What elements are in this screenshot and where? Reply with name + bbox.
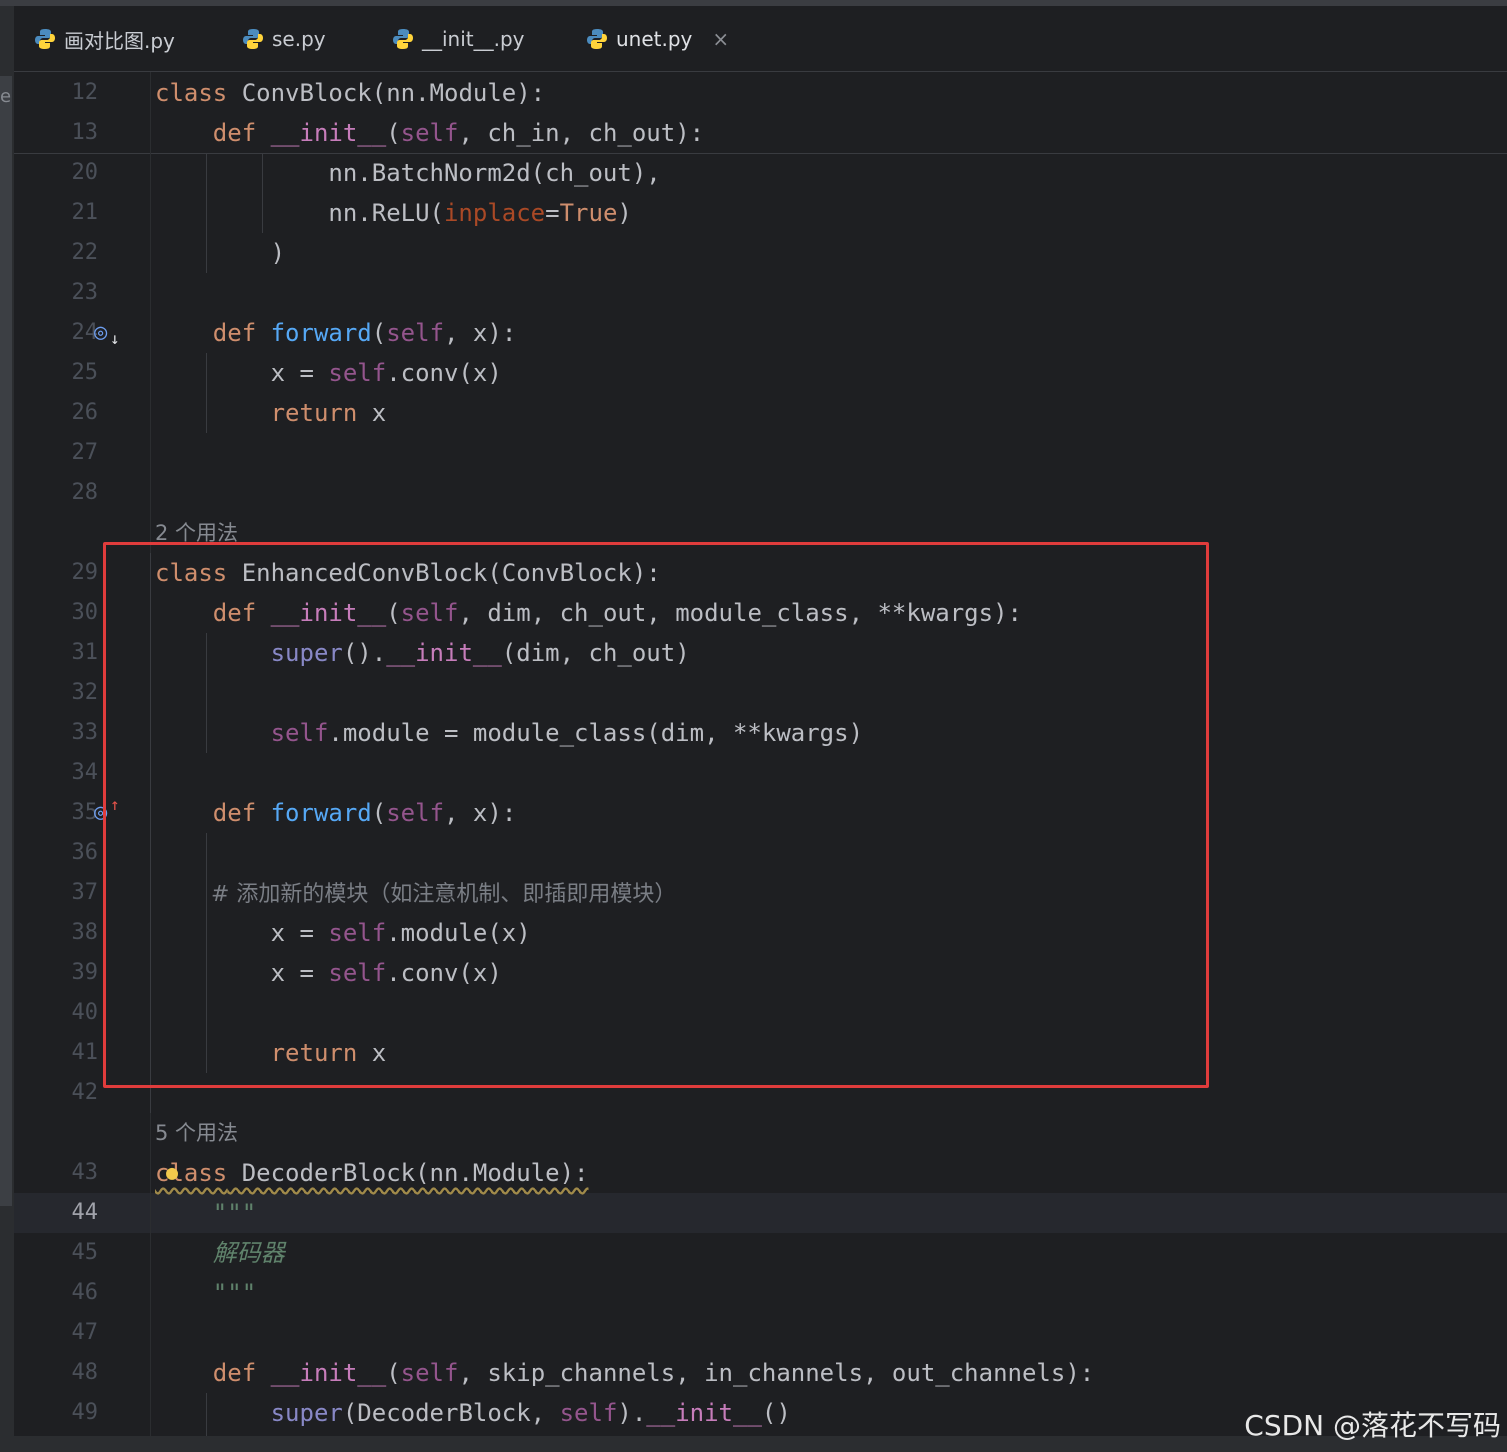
line-number: 46 <box>71 1280 99 1305</box>
line-number: 36 <box>71 840 99 865</box>
line-number: 22 <box>71 240 99 265</box>
code-line[interactable]: nn.BatchNorm2d(ch_out), <box>155 153 660 193</box>
annotation-highlight-box <box>103 542 1209 1088</box>
line-number: 38 <box>71 920 99 945</box>
line-number: 34 <box>71 760 99 785</box>
code-line[interactable]: def forward(self, x): <box>155 313 516 353</box>
tab-init[interactable]: __init__.py <box>392 6 525 72</box>
watermark: CSDN @落花不写码 <box>1244 1409 1501 1442</box>
line-number: 35 <box>71 800 99 825</box>
tab-label: __init__.py <box>422 27 525 51</box>
line-number: 44 <box>71 1200 99 1225</box>
close-icon[interactable]: × <box>712 27 729 51</box>
line-number: 12 <box>71 80 99 105</box>
docstring-line[interactable]: """ <box>155 1273 256 1313</box>
usages-hint[interactable]: 5 个用法 <box>155 1113 238 1153</box>
line-number: 39 <box>71 960 99 985</box>
python-icon <box>35 29 55 49</box>
code-editor[interactable]: 12 13 20 21 22 23 24 25 26 27 28 29 30 3… <box>14 72 1507 1436</box>
line-number: 49 <box>71 1400 99 1425</box>
line-number: 42 <box>71 1080 99 1105</box>
lightbulb-icon[interactable]: ● <box>166 1160 178 1184</box>
line-number: 20 <box>71 160 99 185</box>
line-number: 13 <box>71 120 99 145</box>
left-tool-panel[interactable]: e <box>0 6 14 1452</box>
line-number: 32 <box>71 680 99 705</box>
line-number: 30 <box>71 600 99 625</box>
line-number: 45 <box>71 1240 99 1265</box>
code-line[interactable]: super(DecoderBlock, self).__init__() <box>155 1393 791 1433</box>
line-number: 48 <box>71 1360 99 1385</box>
code-line[interactable]: def __init__(self, skip_channels, in_cha… <box>155 1353 1094 1393</box>
implemented-by-icon[interactable]: ◎ ↓ <box>94 313 120 353</box>
docstring-line[interactable]: """ <box>155 1193 256 1233</box>
line-number: 41 <box>71 1040 99 1065</box>
line-number: 31 <box>71 640 99 665</box>
code-line[interactable]: x = self.conv(x) <box>155 353 502 393</box>
python-icon <box>587 29 607 49</box>
docstring-line[interactable]: 解码器 <box>155 1233 285 1273</box>
tab-huaduibitu[interactable]: 画对比图.py <box>34 6 175 72</box>
code-line[interactable]: nn.ReLU(inplace=True) <box>155 193 631 233</box>
python-icon <box>243 29 263 49</box>
line-number: 43 <box>71 1160 99 1185</box>
panel-glyph: e <box>0 86 12 107</box>
line-number: 40 <box>71 1000 99 1025</box>
tab-label: unet.py <box>616 27 693 51</box>
line-number: 33 <box>71 720 99 745</box>
code-line[interactable]: def __init__(self, ch_in, ch_out): <box>155 113 704 153</box>
tab-label: 画对比图.py <box>64 28 175 53</box>
line-number: 21 <box>71 200 99 225</box>
code-line[interactable]: ) <box>155 233 285 273</box>
line-number: 47 <box>71 1320 99 1345</box>
code-line[interactable]: class DecoderBlock(nn.Module): <box>155 1153 588 1193</box>
python-icon <box>393 29 413 49</box>
line-number: 25 <box>71 360 99 385</box>
line-number: 28 <box>71 480 99 505</box>
line-number: 23 <box>71 280 99 305</box>
line-number: 24 <box>71 320 99 345</box>
tab-label: se.py <box>272 27 326 51</box>
code-line[interactable]: return x <box>155 393 387 433</box>
editor-tab-bar: 画对比图.py se.py __init__.py unet.py × <box>14 6 1507 77</box>
line-number: 26 <box>71 400 99 425</box>
code-line[interactable]: class ConvBlock(nn.Module): <box>155 73 545 113</box>
line-number: 27 <box>71 440 99 465</box>
tab-unet[interactable]: unet.py × <box>586 6 729 72</box>
tab-se[interactable]: se.py <box>242 6 326 72</box>
line-number: 29 <box>71 560 99 585</box>
project-panel-edge[interactable] <box>0 76 12 1206</box>
line-number: 37 <box>71 880 99 905</box>
